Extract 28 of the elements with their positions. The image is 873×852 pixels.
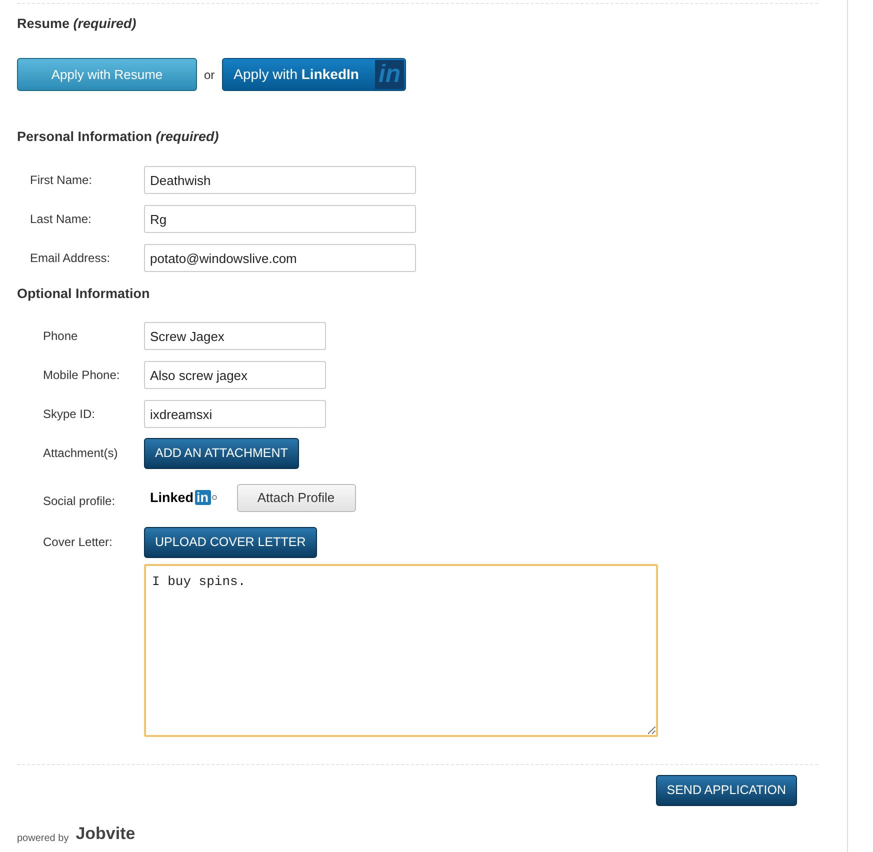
text-field[interactable]: Screw Jagex [144, 322, 326, 350]
section-heading: Optional Information [17, 284, 151, 303]
section-heading: Personal Information (required) [17, 128, 220, 146]
attach-profile-button[interactable]: Attach Profile [236, 484, 356, 512]
text-field[interactable]: ixdreamsxi [144, 400, 326, 428]
field-label: First Name: [29, 172, 94, 189]
field-label: Skype ID: [42, 406, 96, 424]
field-label: Mobile Phone: [42, 367, 121, 384]
field-label: Email Address: [29, 250, 112, 267]
jobvite-logo: Jobvite [76, 822, 136, 845]
upload-button[interactable]: ADD AN ATTACHMENT [144, 438, 299, 469]
text-field[interactable]: Rg [144, 205, 416, 233]
text-field[interactable]: Deathwish [144, 166, 416, 194]
or-text: or [204, 66, 215, 84]
field-label: Phone [42, 328, 79, 346]
linkedin-logo: Linked in [150, 488, 217, 508]
field-label: Social profile: [42, 492, 116, 510]
field-label: Attachment(s) [42, 445, 119, 462]
apply-linkedin-button[interactable]: Apply with LinkedIn in [222, 58, 406, 92]
powered-by-text: powered by [17, 832, 69, 846]
field-label: Last Name: [29, 211, 92, 228]
cover-letter-textarea[interactable]: I buy spins. [144, 564, 658, 737]
text-field[interactable]: Also screw jagex [144, 361, 326, 390]
field-label: Cover Letter: [42, 534, 114, 552]
upload-button[interactable]: UPLOAD COVER LETTER [144, 526, 317, 558]
text-field[interactable]: potato@windowslive.com [144, 244, 416, 272]
send-application-button[interactable]: SEND APPLICATION [656, 774, 797, 806]
section-heading: Resume (required) [17, 15, 138, 33]
